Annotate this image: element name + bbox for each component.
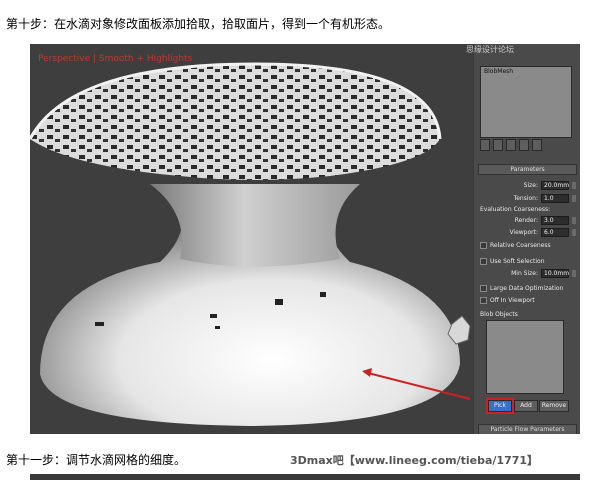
parameters-rollout[interactable]: Parameters: [478, 164, 577, 175]
relative-coarseness-label: Relative Coarseness: [490, 241, 551, 249]
particle-flow-rollout[interactable]: Particle Flow Parameters: [478, 424, 577, 434]
tension-label: Tension:: [513, 194, 538, 202]
modifier-stack[interactable]: BlobMesh: [480, 66, 572, 138]
relative-coarseness-row[interactable]: Relative Coarseness: [480, 240, 576, 250]
soft-selection-label: Use Soft Selection: [490, 257, 545, 265]
next-screenshot-strip: [30, 474, 580, 480]
relative-coarseness-checkbox[interactable]: [480, 241, 487, 249]
viewport-spinner[interactable]: [572, 228, 576, 236]
tension-row: Tension: 1.0: [480, 193, 576, 203]
render-field[interactable]: 3.0: [541, 215, 569, 225]
remove-button[interactable]: Remove: [539, 400, 569, 412]
min-size-spinner[interactable]: [572, 269, 576, 277]
viewport-field[interactable]: 6.0: [541, 227, 569, 237]
render-spinner[interactable]: [572, 216, 576, 224]
viewport-label: Perspective | Smooth + Highlights: [38, 54, 193, 64]
stack-toolbar: [480, 139, 576, 151]
step-10-caption: 第十步：在水滴对象修改面板添加拾取，拾取面片，得到一个有机形态。: [6, 17, 391, 31]
pick-button[interactable]: Pick: [486, 398, 514, 414]
large-data-checkbox[interactable]: [480, 284, 487, 292]
pin-stack-icon[interactable]: [480, 139, 490, 151]
show-end-result-icon[interactable]: [493, 139, 503, 151]
size-row: Size: 20.0mm: [480, 180, 576, 190]
configure-sets-icon[interactable]: [532, 139, 542, 151]
modifier-stack-item[interactable]: BlobMesh: [481, 67, 571, 76]
modify-panel: BlobMesh Parameters Size: 20.0mm Tension…: [474, 44, 580, 434]
blob-objects-list[interactable]: [486, 320, 564, 394]
eval-coarseness-label: Evaluation Coarseness:: [480, 205, 551, 213]
off-in-viewport-label: Off In Viewport: [490, 296, 535, 304]
min-size-row: Min Size: 10.0mm: [480, 268, 576, 278]
size-label: Size:: [523, 181, 538, 189]
make-unique-icon[interactable]: [506, 139, 516, 151]
off-in-viewport-row[interactable]: Off In Viewport: [480, 295, 576, 305]
tension-field[interactable]: 1.0: [541, 193, 569, 203]
min-size-field[interactable]: 10.0mm: [541, 268, 569, 278]
blobmesh-render: [30, 62, 471, 426]
perspective-viewport[interactable]: Perspective | Smooth + Highlights: [30, 44, 473, 434]
blob-objects-label: Blob Objects: [480, 310, 518, 318]
max-screenshot: Perspective | Smooth + Highlights BlobMe…: [30, 44, 580, 434]
viewport-row: Viewport: 6.0: [480, 227, 576, 237]
large-data-label: Large Data Optimization: [490, 284, 564, 292]
size-field[interactable]: 20.0mm: [541, 180, 569, 190]
size-spinner[interactable]: [572, 181, 576, 189]
off-in-viewport-checkbox[interactable]: [480, 296, 487, 304]
render-label: Render:: [514, 216, 538, 224]
remove-modifier-icon[interactable]: [519, 139, 529, 151]
render-row: Render: 3.0: [480, 215, 576, 225]
add-button[interactable]: Add: [514, 400, 538, 412]
tension-spinner[interactable]: [572, 194, 576, 202]
viewport-coarseness-label: Viewport:: [509, 228, 538, 236]
top-watermark: 思缘设计论坛: [466, 45, 514, 54]
site-watermark: 3Dmax吧【www.lineeg.com/tieba/1771】: [290, 454, 539, 467]
soft-selection-checkbox[interactable]: [480, 257, 487, 265]
large-data-row[interactable]: Large Data Optimization: [480, 283, 576, 293]
min-size-label: Min Size:: [511, 269, 538, 277]
step-11-caption: 第十一步：调节水滴网格的细度。: [6, 453, 187, 467]
soft-selection-row[interactable]: Use Soft Selection: [480, 256, 576, 266]
